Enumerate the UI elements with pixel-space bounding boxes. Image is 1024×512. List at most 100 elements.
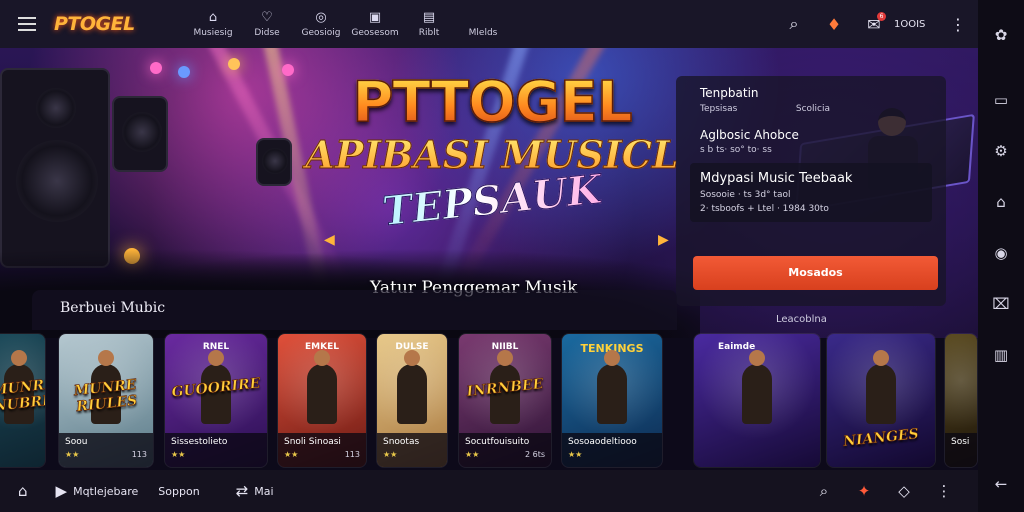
card-count: 113 <box>344 450 360 459</box>
music-card[interactable]: NIANGES <box>826 333 936 468</box>
music-card[interactable]: MUNRE NUBRE <box>0 333 46 468</box>
more-icon[interactable]: ⋮ <box>924 482 964 500</box>
bottom-home-button[interactable]: ⌂ <box>18 482 34 500</box>
info-header-col: Scolicia <box>795 104 830 114</box>
search-icon[interactable]: ⌕ <box>804 482 844 500</box>
bottom-label: Mqtlejebare <box>73 484 139 498</box>
tag-icon[interactable]: ◇ <box>884 482 924 500</box>
side-section-label: Leacoblna <box>776 314 827 325</box>
card-footer: Sosoaodeltiooo ★★ <box>562 433 662 467</box>
music-card[interactable]: TENKINGS Sosoaodeltiooo ★★ <box>561 333 663 468</box>
bottom-soppon-button[interactable]: Soppon <box>158 485 199 498</box>
music-card[interactable]: MUNRE RIULES Soou ★★ 113 <box>58 333 154 468</box>
bell-icon[interactable]: ✉ 6 <box>854 11 894 34</box>
nav-item-mlelds[interactable]: Mlelds <box>456 10 510 38</box>
back-icon[interactable]: ← <box>978 463 1024 504</box>
speaker-image <box>0 68 110 268</box>
nav-label: Didse <box>254 28 280 38</box>
nav-item-riblt[interactable]: ▤ Riblt <box>402 10 456 38</box>
music-card[interactable]: Eaimde <box>693 333 821 468</box>
bottom-label: Mai <box>254 484 274 498</box>
music-card[interactable]: RNEL GUOORIRE Sissestolieto ★★ <box>164 333 268 468</box>
top-actions: ⌕ ♦ ✉ 6 1OOIS ⋮ <box>774 0 978 48</box>
rating-stars: ★★ <box>171 450 186 459</box>
card-name: Sosoaodeltiooo <box>568 437 637 447</box>
alert-icon[interactable]: ✦ <box>844 482 884 500</box>
card-name: Soou <box>65 437 88 447</box>
card-footer: Sissestolieto ★★ <box>165 433 267 467</box>
rating-stars: ★★ <box>65 450 80 459</box>
section-title: Berbuei Mubic <box>60 300 166 316</box>
home-icon[interactable]: ⌂ <box>978 181 1024 222</box>
info-sub: Aglbosic Ahobce s b ts· so° to· ss <box>676 114 946 155</box>
music-card[interactable]: NIIBL INRNBEE Socutfouisuito ★★ 2 6ts <box>458 333 552 468</box>
bottom-actions: ⌕ ✦ ◇ ⋮ <box>804 470 964 512</box>
bottom-mai-button[interactable]: ⇄ Mai <box>236 482 274 500</box>
info-card-title: Mdypasi Music Teebaak <box>700 171 853 186</box>
card-name: Socutfouisuito <box>465 437 530 447</box>
nav-label: Mlelds <box>468 28 498 38</box>
nav-item-musiesig[interactable]: ⌂ Musiesig <box>186 10 240 38</box>
nav-label: Riblt <box>418 28 440 38</box>
play-icon: ▶ <box>55 482 68 500</box>
nav-label: Geosesom <box>351 28 399 38</box>
card-figure <box>307 350 337 424</box>
bottom-play-button[interactable]: ▶ Mqtlejebare <box>56 482 139 500</box>
card-name: Snoli Sinoasi <box>284 437 341 447</box>
card-footer: Socutfouisuito ★★ 2 6ts <box>459 433 551 467</box>
more-icon[interactable]: ⋮ <box>938 15 978 34</box>
info-panel: Tenpbatin Tepsisas Scolicia Aglbosic Aho… <box>676 76 946 306</box>
rating-stars: ★★ <box>284 450 299 459</box>
nav-item-didse[interactable]: ♡ Didse <box>240 10 294 38</box>
rating-stars: ★★ <box>383 450 398 459</box>
torch-icon[interactable]: ♦ <box>814 15 854 34</box>
card-meta: ★★ <box>568 450 656 459</box>
gear-icon[interactable]: ⚙ <box>978 130 1024 171</box>
settings-icon[interactable]: ✿ <box>978 14 1024 55</box>
card-name: Sosi <box>951 437 970 447</box>
card-row: MUNRE NUBRE MUNRE RIULES Soou ★★ 113 RNEL… <box>0 333 978 469</box>
info-card[interactable]: Mdypasi Music Teebaak Sosooie · ts 3d° t… <box>690 163 932 222</box>
stage-light <box>150 62 162 74</box>
brand-logo[interactable]: PTOGEL <box>54 13 174 35</box>
right-rail: ✿ ▭ ⚙ ⌂ ◉ ⌧ ▥ ← <box>978 0 1024 512</box>
record-icon[interactable]: ◉ <box>978 232 1024 273</box>
card-footer: Snoli Sinoasi ★★ 113 <box>278 433 366 467</box>
nav-label: Musiesig <box>193 28 233 38</box>
nav-item-geosesom[interactable]: ▣ Geosesom <box>348 10 402 38</box>
app-root: PTOGEL ⌂ Musiesig ♡ Didse ◎ Geosioig ▣ G… <box>0 0 1024 512</box>
cta-button[interactable]: Mosados <box>693 256 938 290</box>
stage-light <box>228 58 240 70</box>
card-figure <box>597 350 627 424</box>
card-figure <box>397 350 427 424</box>
info-card-line: Sosooie · ts 3d° taol <box>700 190 791 200</box>
search-icon[interactable]: ⌕ <box>774 14 814 34</box>
hero-title: PTTOGEL <box>292 73 692 133</box>
menu-icon[interactable] <box>0 0 54 48</box>
speaker-image <box>256 138 292 186</box>
playlist-icon: ▤ <box>422 10 436 25</box>
map-icon[interactable]: ⌧ <box>978 283 1024 324</box>
coin-count: 1OOIS <box>894 18 926 30</box>
notification-badge: 6 <box>877 11 886 21</box>
stage-light <box>178 66 190 78</box>
music-card[interactable]: EMKEL Snoli Sinoasi ★★ 113 <box>277 333 367 468</box>
library-icon: ▣ <box>368 10 382 25</box>
hero-next-arrow[interactable]: ▶ <box>658 232 669 248</box>
book-icon[interactable]: ▥ <box>978 334 1024 375</box>
rating-stars: ★★ <box>465 450 480 459</box>
music-card[interactable]: Sosi <box>944 333 978 468</box>
nav-item-geosioig[interactable]: ◎ Geosioig <box>294 10 348 38</box>
bottom-label: Soppon <box>158 484 200 498</box>
music-card[interactable]: DULSE Snootas ★★ <box>376 333 448 468</box>
info-subline: s b ts· so° to· ss <box>700 145 772 155</box>
card-figure <box>866 350 896 424</box>
hero-title-group: PTTOGEL APIBASI MUSICL TEPSAUK <box>292 73 692 236</box>
card-count: 2 6ts <box>524 450 545 459</box>
bottom-bar: ⌂ ▶ Mqtlejebare Soppon ⇄ Mai ⌕ ✦ ◇ ⋮ <box>0 470 978 512</box>
card-name: Sissestolieto <box>171 437 228 447</box>
chat-icon[interactable]: ▭ <box>978 79 1024 120</box>
home-icon: ⌂ <box>208 10 218 25</box>
heart-icon: ♡ <box>261 10 273 25</box>
disc-icon: ◎ <box>315 10 327 25</box>
